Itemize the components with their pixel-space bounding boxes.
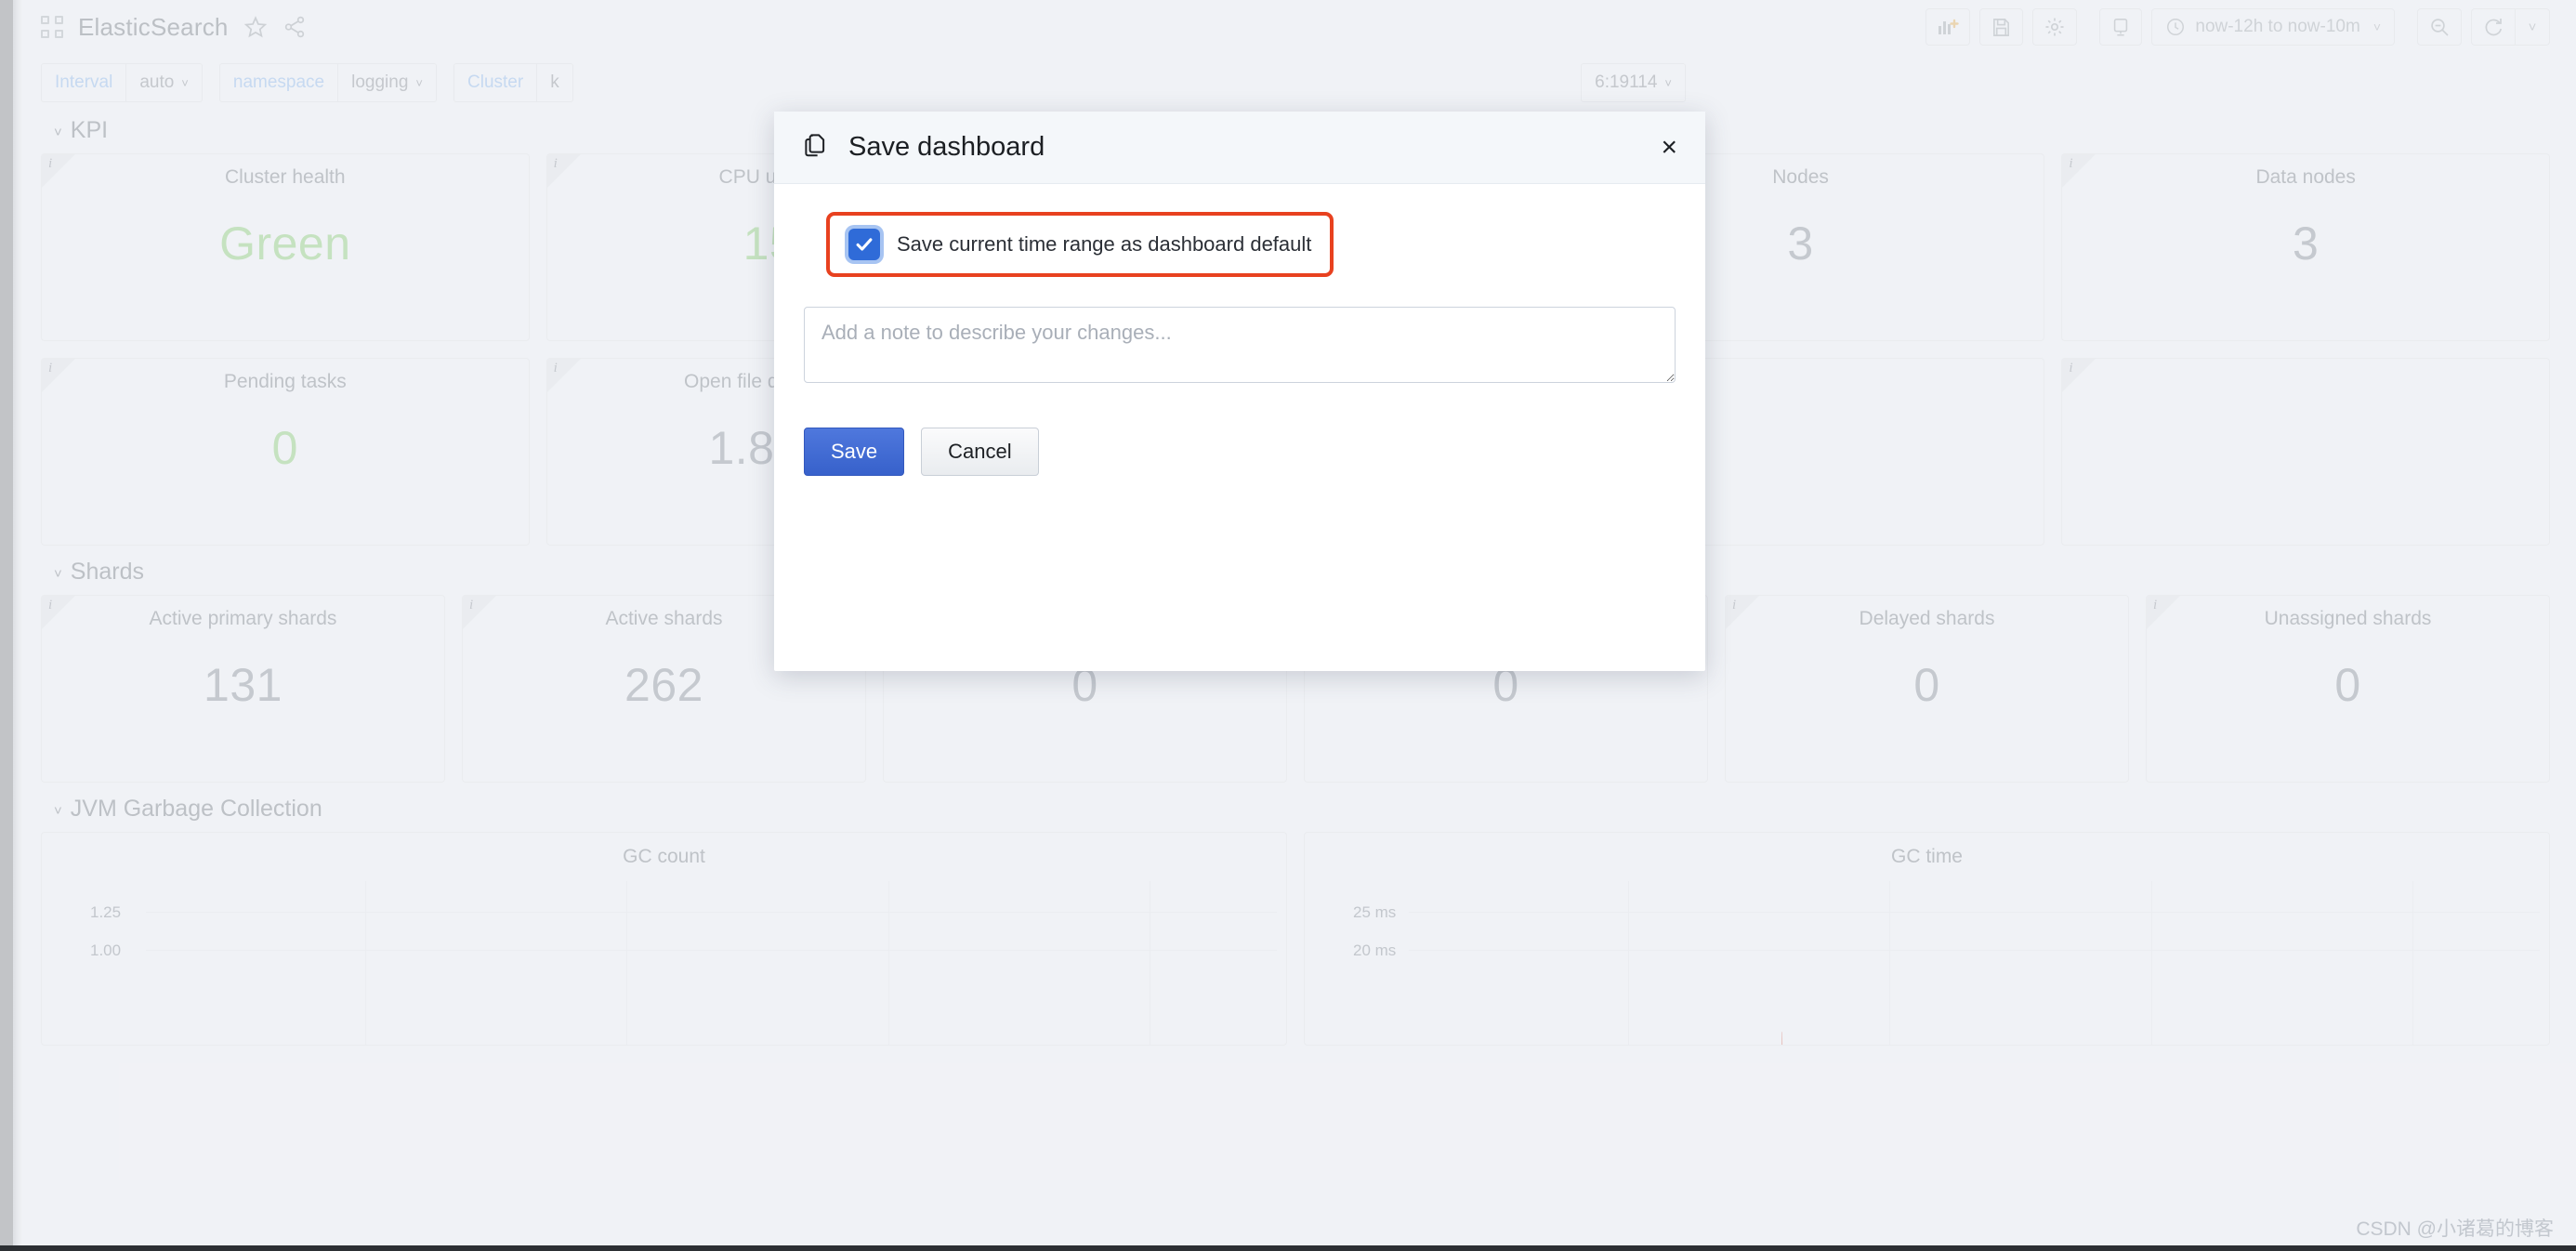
modal-header: Save dashboard × xyxy=(774,112,1705,184)
save-button[interactable]: Save xyxy=(804,428,905,476)
check-icon xyxy=(856,238,873,251)
close-icon[interactable]: × xyxy=(1661,133,1677,162)
save-time-range-label[interactable]: Save current time range as dashboard def… xyxy=(897,232,1311,257)
watermark: CSDN @小诸葛的博客 xyxy=(2356,1218,2554,1240)
save-dashboard-modal: Save dashboard × Save current time range… xyxy=(774,112,1705,671)
highlight-annotation: Save current time range as dashboard def… xyxy=(826,212,1334,277)
copy-icon xyxy=(802,131,830,164)
change-note-input[interactable] xyxy=(804,307,1676,383)
window-bottom-edge xyxy=(0,1245,2576,1251)
save-time-range-checkbox[interactable] xyxy=(848,229,880,260)
modal-body: Save current time range as dashboard def… xyxy=(774,184,1705,671)
modal-title: Save dashboard xyxy=(848,132,1045,162)
dashboard-app: ElasticSearch now-12h to now-10m ˅ ˅ Int… xyxy=(0,0,2576,1251)
modal-actions: Save Cancel xyxy=(804,428,1676,513)
cancel-button[interactable]: Cancel xyxy=(921,428,1039,476)
